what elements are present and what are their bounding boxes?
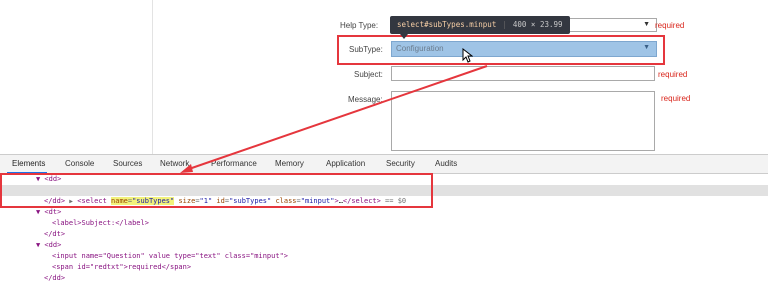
tooltip-arrow <box>400 34 408 39</box>
subject-required: required <box>658 70 688 79</box>
web-page: Help Type: ▼ required SubType: Configura… <box>0 0 768 154</box>
devtools-tabbar: Elements Console Sources Network Perform… <box>0 155 768 174</box>
chevron-down-icon: ▼ <box>643 21 650 28</box>
dom-line[interactable]: </dt> <box>44 229 65 240</box>
tab-elements[interactable]: Elements <box>12 159 45 168</box>
dom-line[interactable]: <label>Subject:</label> <box>52 218 149 229</box>
tab-network[interactable]: Network <box>160 159 189 168</box>
tooltip-selector: select#subTypes.minput <box>397 20 497 29</box>
left-column <box>0 0 153 154</box>
tab-application[interactable]: Application <box>326 159 365 168</box>
subject-label: Subject: <box>354 70 383 79</box>
subject-input[interactable] <box>391 66 655 81</box>
dom-line[interactable]: <span id="redtxt">required</span> <box>52 262 191 273</box>
dom-line[interactable]: ▼ <dd> <box>36 240 61 251</box>
help-type-required: required <box>655 21 685 30</box>
tab-audits[interactable]: Audits <box>435 159 457 168</box>
message-required: required <box>661 94 691 103</box>
mouse-cursor-icon <box>462 48 473 63</box>
annotation-code-box <box>0 173 433 208</box>
annotation-highlight-box <box>337 35 665 65</box>
tab-performance[interactable]: Performance <box>211 159 257 168</box>
tab-security[interactable]: Security <box>386 159 415 168</box>
tab-sources[interactable]: Sources <box>113 159 142 168</box>
help-type-label: Help Type: <box>340 21 379 30</box>
tab-memory[interactable]: Memory <box>275 159 304 168</box>
dom-line[interactable]: </dd> <box>44 273 65 284</box>
dom-line[interactable]: <input name="Question" value type="text"… <box>52 251 288 262</box>
message-textarea[interactable] <box>391 91 655 151</box>
message-label: Message: <box>348 95 383 104</box>
dom-line[interactable]: ▼ <dt> <box>36 207 61 218</box>
tooltip-size: 400 × 23.99 <box>512 20 563 29</box>
inspector-tooltip: select#subTypes.minput | 400 × 23.99 <box>390 16 570 34</box>
tab-console[interactable]: Console <box>65 159 94 168</box>
